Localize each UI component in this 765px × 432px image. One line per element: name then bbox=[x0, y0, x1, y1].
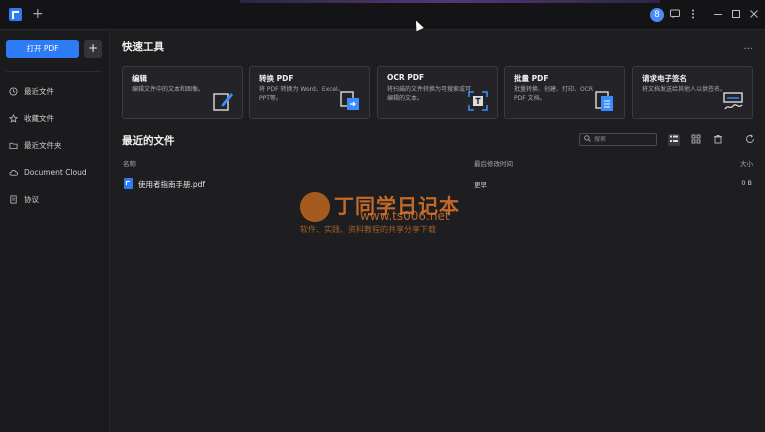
clock-icon bbox=[9, 86, 18, 96]
title-bar-glow bbox=[240, 0, 660, 3]
tool-card-convert[interactable]: 转换 PDF 将 PDF 转换为 Word、Excel、PPT等。 bbox=[249, 66, 370, 119]
tool-card-desc: 将扫描的文件转换为可搜索或可编辑的文本。 bbox=[387, 86, 472, 102]
quick-tools-more-button[interactable]: ... bbox=[743, 41, 753, 52]
sidebar-divider bbox=[6, 71, 102, 72]
sidebar-item-agreement[interactable]: 协议 bbox=[9, 192, 39, 206]
open-pdf-button[interactable]: 打开 PDF bbox=[6, 40, 79, 58]
file-modified: 更早 bbox=[474, 181, 487, 189]
avatar[interactable]: 8 bbox=[650, 8, 664, 22]
search-box[interactable] bbox=[579, 133, 657, 146]
delete-icon[interactable] bbox=[712, 134, 724, 146]
tool-card-desc: 批量转换、创建、打印、OCR PDF 文档。 bbox=[514, 86, 594, 102]
close-icon[interactable] bbox=[747, 8, 761, 22]
tool-card-batch[interactable]: 批量 PDF 批量转换、创建、打印、OCR PDF 文档。 bbox=[504, 66, 625, 119]
sidebar-item-label: 最近文件 bbox=[24, 86, 54, 96]
app-logo-icon bbox=[9, 8, 22, 21]
tool-card-desc: 编辑文件中的文本和图像。 bbox=[132, 86, 205, 93]
table-row[interactable]: 使用者指南手册.pdf 更早 0 B bbox=[122, 176, 754, 192]
edit-icon bbox=[212, 90, 234, 112]
sidebar-item-label: 协议 bbox=[24, 194, 39, 204]
signature-icon bbox=[722, 90, 744, 112]
sidebar-item-label: 收藏文件 bbox=[24, 113, 54, 123]
sidebar-item-label: Document Cloud bbox=[24, 167, 87, 177]
minimize-icon[interactable] bbox=[711, 8, 725, 22]
batch-icon bbox=[594, 90, 616, 112]
refresh-icon[interactable] bbox=[744, 134, 756, 146]
column-header-name[interactable]: 名称 bbox=[123, 158, 136, 168]
document-icon bbox=[9, 194, 18, 204]
file-size: 0 B bbox=[741, 179, 752, 187]
list-view-icon[interactable] bbox=[668, 134, 680, 146]
tool-card-ocr[interactable]: OCR PDF 将扫描的文件转换为可搜索或可编辑的文本。 bbox=[377, 66, 498, 119]
new-tab-button[interactable]: + bbox=[32, 6, 44, 22]
more-vertical-icon[interactable] bbox=[686, 8, 700, 22]
star-icon bbox=[8, 113, 19, 123]
column-header-modified[interactable]: 最后修改时间 bbox=[474, 158, 513, 168]
sidebar: 打开 PDF + 最近文件 收藏文件 最近文件夹 Document Cloud … bbox=[0, 31, 110, 432]
cloud-icon bbox=[9, 168, 18, 177]
sidebar-item-favorites[interactable]: 收藏文件 bbox=[8, 111, 54, 125]
tool-card-title: 编辑 bbox=[132, 74, 147, 83]
title-bar: + 8 bbox=[0, 0, 765, 30]
search-icon bbox=[584, 135, 591, 144]
sidebar-item-recent-folders[interactable]: 最近文件夹 bbox=[9, 138, 62, 152]
tool-card-title: 请求电子签名 bbox=[642, 74, 687, 83]
search-input[interactable] bbox=[594, 136, 654, 143]
pdf-file-icon bbox=[124, 178, 133, 189]
maximize-icon[interactable] bbox=[729, 8, 743, 22]
convert-icon bbox=[339, 90, 361, 112]
add-button[interactable]: + bbox=[84, 40, 102, 58]
sidebar-item-recent-files[interactable]: 最近文件 bbox=[9, 84, 54, 98]
chat-icon[interactable] bbox=[668, 8, 682, 22]
sidebar-item-label: 最近文件夹 bbox=[24, 140, 62, 150]
folder-icon bbox=[9, 141, 18, 150]
tool-card-desc: 将文档发送给其他人以供签名。 bbox=[642, 86, 727, 93]
sidebar-item-document-cloud[interactable]: Document Cloud bbox=[9, 165, 87, 179]
column-header-size[interactable]: 大小 bbox=[740, 158, 753, 168]
tool-card-title: OCR PDF bbox=[387, 73, 425, 82]
tool-card-request-signature[interactable]: 请求电子签名 将文档发送给其他人以供签名。 bbox=[632, 66, 753, 119]
main-content: 快速工具 ... 编辑 编辑文件中的文本和图像。 转换 PDF 将 PDF 转换… bbox=[111, 31, 765, 432]
grid-view-icon[interactable] bbox=[690, 134, 702, 146]
quick-tools-title: 快速工具 bbox=[122, 41, 164, 53]
ocr-icon bbox=[467, 90, 489, 112]
file-name: 使用者指南手册.pdf bbox=[138, 180, 206, 189]
tool-card-edit[interactable]: 编辑 编辑文件中的文本和图像。 bbox=[122, 66, 243, 119]
recent-files-title: 最近的文件 bbox=[122, 135, 175, 147]
tool-card-title: 转换 PDF bbox=[259, 74, 294, 83]
tool-card-desc: 将 PDF 转换为 Word、Excel、PPT等。 bbox=[259, 86, 344, 102]
tool-card-title: 批量 PDF bbox=[514, 74, 549, 83]
